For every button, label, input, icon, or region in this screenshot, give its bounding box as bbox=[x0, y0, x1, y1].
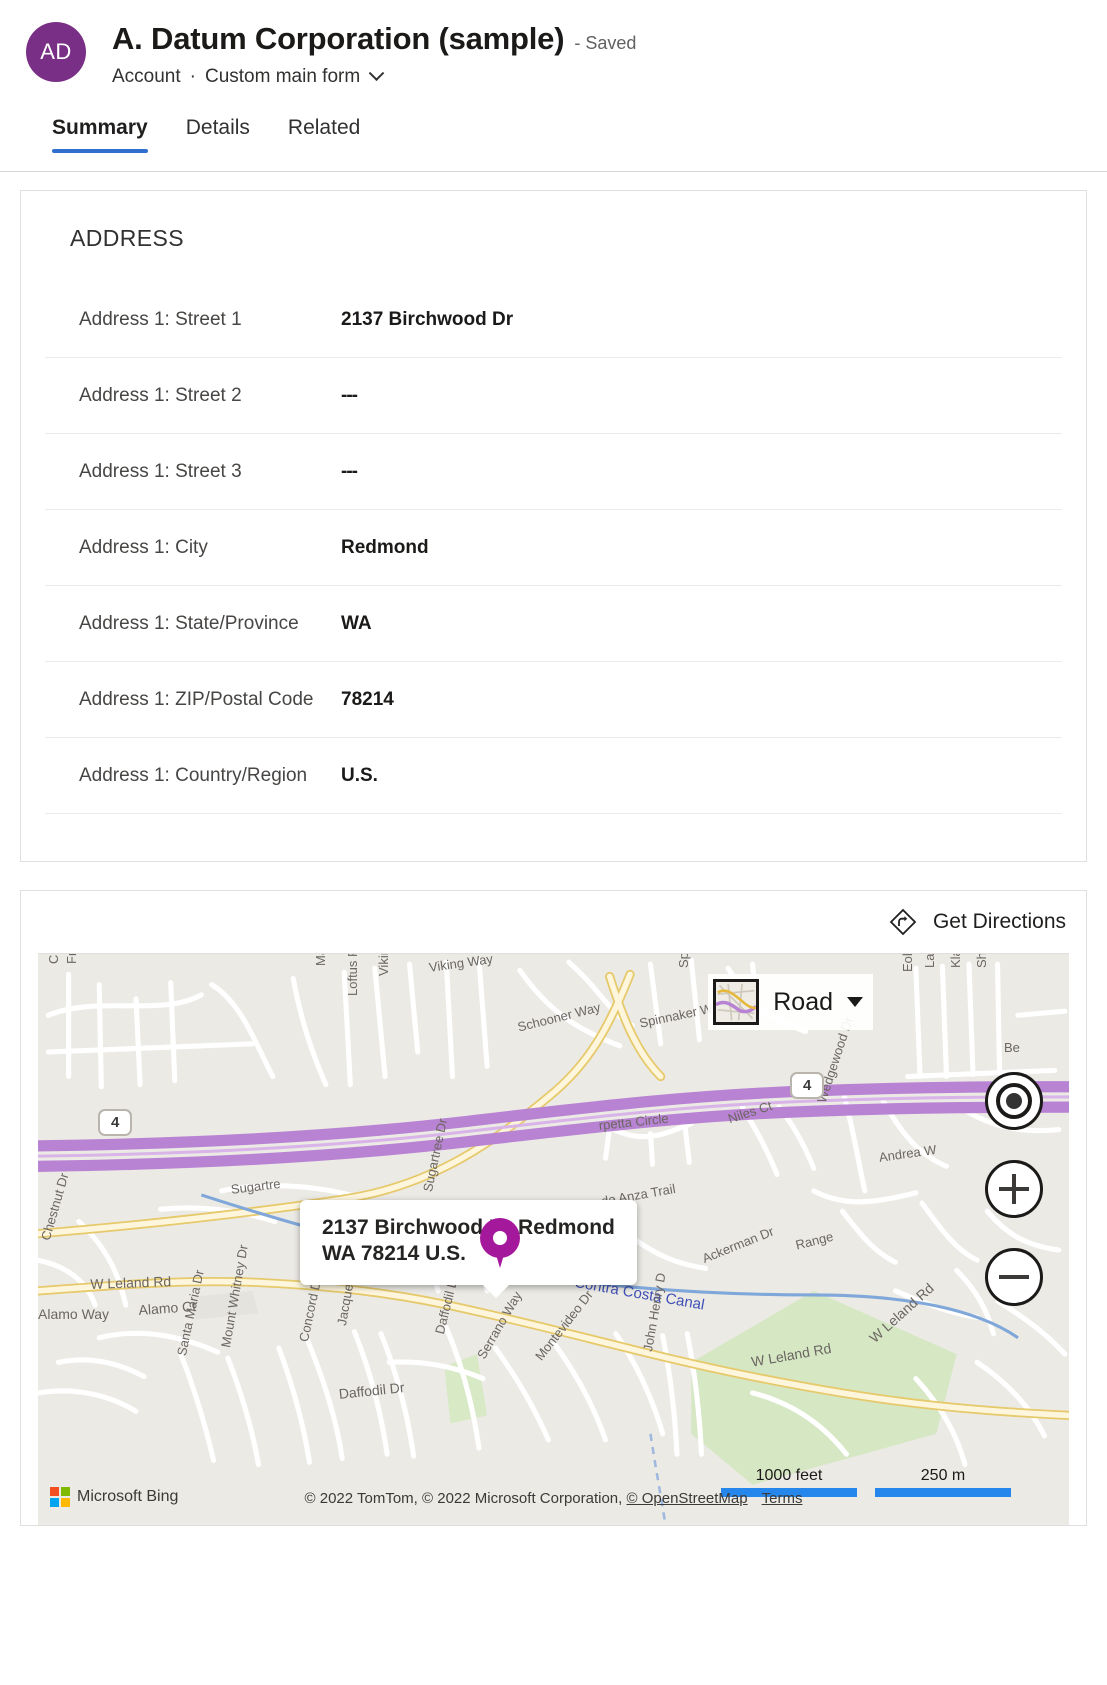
get-directions-label: Get Directions bbox=[933, 910, 1066, 934]
field-label: Address 1: Street 3 bbox=[79, 458, 341, 486]
table-row: Address 1: State/Province WA bbox=[45, 586, 1062, 662]
field-label: Address 1: Street 1 bbox=[79, 306, 341, 334]
attribution-copyright: © 2022 TomTom, © 2022 Microsoft Corporat… bbox=[305, 1490, 627, 1507]
callout-line-1: 2137 Birchwood Dr Redmond bbox=[322, 1215, 615, 1241]
table-row: Address 1: Street 1 2137 Birchwood Dr bbox=[45, 282, 1062, 358]
scale-metric-label: 250 m bbox=[875, 1467, 1011, 1485]
map-toolbar: Get Directions bbox=[21, 891, 1086, 953]
plus-icon bbox=[999, 1174, 1029, 1204]
field-value[interactable]: 78214 bbox=[341, 689, 394, 711]
caret-down-icon[interactable] bbox=[847, 997, 863, 1007]
callout-line-2: WA 78214 U.S. bbox=[322, 1241, 615, 1267]
map-attribution: © 2022 TomTom, © 2022 Microsoft Corporat… bbox=[38, 1490, 1069, 1507]
form-selector-label[interactable]: Custom main form bbox=[205, 66, 360, 88]
form-body: ADDRESS Address 1: Street 1 2137 Birchwo… bbox=[0, 190, 1107, 1532]
header-identity-row: AD A. Datum Corporation (sample) - Saved… bbox=[26, 18, 1107, 88]
field-value[interactable]: --- bbox=[341, 385, 357, 407]
tab-related[interactable]: Related bbox=[288, 116, 360, 153]
table-row: Address 1: ZIP/Postal Code 78214 bbox=[45, 662, 1062, 738]
address-field-list: Address 1: Street 1 2137 Birchwood Dr Ad… bbox=[45, 282, 1062, 814]
entity-name-label: Account bbox=[112, 66, 181, 88]
field-label: Address 1: City bbox=[79, 534, 341, 562]
map-callout[interactable]: 2137 Birchwood Dr Redmond WA 78214 U.S. bbox=[300, 1200, 637, 1285]
field-label: Address 1: Country/Region bbox=[79, 762, 341, 790]
map-type-label: Road bbox=[773, 988, 833, 1017]
avatar: AD bbox=[26, 22, 86, 82]
breadcrumb: Account · Custom main form bbox=[112, 66, 636, 88]
address-section-card: ADDRESS Address 1: Street 1 2137 Birchwo… bbox=[20, 190, 1087, 862]
table-row: Address 1: Street 3 --- bbox=[45, 434, 1062, 510]
minus-icon bbox=[999, 1262, 1029, 1292]
field-label: Address 1: Street 2 bbox=[79, 382, 341, 410]
tab-summary[interactable]: Summary bbox=[52, 116, 148, 153]
map-section-card: Get Directions bbox=[20, 890, 1087, 1526]
field-value[interactable]: Redmond bbox=[341, 537, 429, 559]
header-text-block: A. Datum Corporation (sample) - Saved Ac… bbox=[112, 18, 636, 88]
field-value[interactable]: 2137 Birchwood Dr bbox=[341, 309, 513, 331]
table-row: Address 1: Street 2 --- bbox=[45, 358, 1062, 434]
road-shield: 4 bbox=[98, 1109, 132, 1136]
table-row: Address 1: City Redmond bbox=[45, 510, 1062, 586]
record-header: AD A. Datum Corporation (sample) - Saved… bbox=[0, 0, 1107, 172]
zoom-out-button[interactable] bbox=[985, 1248, 1043, 1306]
status-badge: - Saved bbox=[574, 33, 636, 54]
field-value[interactable]: WA bbox=[341, 613, 372, 635]
zoom-in-button[interactable] bbox=[985, 1160, 1043, 1218]
directions-diamond-icon bbox=[889, 908, 917, 936]
scale-imperial-label: 1000 feet bbox=[721, 1467, 857, 1485]
section-title-address: ADDRESS bbox=[70, 225, 1062, 252]
title-line: A. Datum Corporation (sample) - Saved bbox=[112, 22, 636, 56]
road-shield: 4 bbox=[790, 1072, 824, 1099]
map-type-selector[interactable]: Road bbox=[708, 974, 873, 1030]
get-directions-button[interactable]: Get Directions bbox=[889, 908, 1066, 936]
field-label: Address 1: ZIP/Postal Code bbox=[79, 686, 341, 714]
tab-details[interactable]: Details bbox=[186, 116, 250, 153]
field-value[interactable]: U.S. bbox=[341, 765, 378, 787]
chevron-down-icon[interactable] bbox=[369, 65, 385, 81]
locate-me-button[interactable] bbox=[985, 1072, 1043, 1130]
field-value[interactable]: --- bbox=[341, 461, 357, 483]
callout-tail bbox=[482, 1284, 510, 1298]
map-pin-icon[interactable] bbox=[480, 1218, 520, 1270]
locate-target-icon bbox=[996, 1083, 1032, 1119]
openstreetmap-link[interactable]: © OpenStreetMap bbox=[627, 1490, 748, 1507]
table-row: Address 1: Country/Region U.S. bbox=[45, 738, 1062, 814]
bottom-strip bbox=[0, 1526, 1107, 1532]
map-thumbnail-icon bbox=[713, 979, 759, 1025]
field-label: Address 1: State/Province bbox=[79, 610, 341, 638]
terms-link[interactable]: Terms bbox=[762, 1490, 803, 1507]
page-title: A. Datum Corporation (sample) bbox=[112, 22, 564, 56]
map-viewport[interactable]: ClevelanFranklin AveMaureen CircleLoftus… bbox=[38, 953, 1069, 1525]
breadcrumb-separator: · bbox=[190, 66, 196, 88]
form-tab-list: Summary Details Related bbox=[52, 116, 1107, 153]
